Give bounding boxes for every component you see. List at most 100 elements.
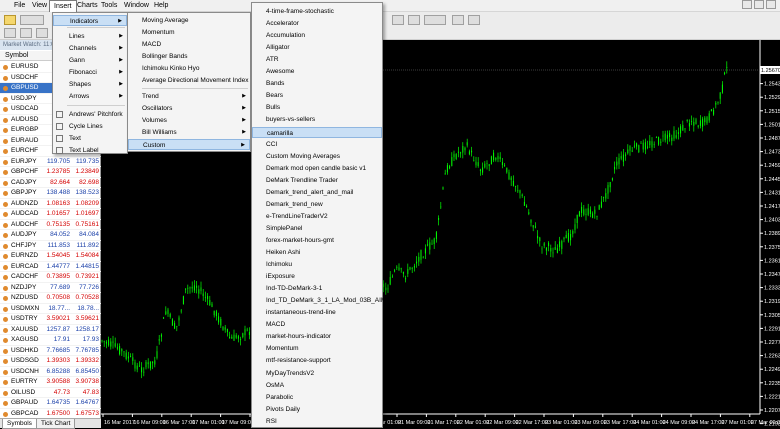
insert-menu-item[interactable]: Text — [53, 133, 127, 144]
market-watch-row[interactable]: CADJPY 82.664 82.698 — [0, 178, 101, 188]
custom-indicator-item[interactable]: RSI — [252, 416, 382, 427]
indicator-menu-item[interactable]: MACD — [128, 39, 250, 50]
insert-menu-item[interactable]: Channels ▶ — [53, 43, 127, 54]
custom-indicator-item[interactable]: CCI — [252, 139, 382, 150]
custom-indicator-item[interactable]: DeMark Trendline Trader — [252, 175, 382, 186]
restore-icon[interactable] — [754, 0, 764, 9]
custom-indicator-item[interactable]: mtf-resistance-support — [252, 355, 382, 366]
menu-view[interactable]: View — [28, 0, 51, 12]
custom-indicator-item[interactable]: MACD — [252, 319, 382, 330]
custom-indicator-item[interactable]: 4-time-frame-stochastic — [252, 6, 382, 17]
menu-help[interactable]: Help — [150, 0, 172, 12]
indicator-menu-item[interactable]: Ichimoku Kinko Hyo — [128, 63, 250, 74]
custom-indicator-item[interactable]: camarilla — [252, 126, 382, 138]
market-watch-row[interactable]: AUDNZD 1.08163 1.08209 — [0, 199, 101, 209]
custom-indicator-item[interactable]: Demark_trend_new — [252, 199, 382, 210]
insert-menu-item[interactable]: Lines ▶ — [53, 31, 127, 42]
market-watch-row[interactable]: USDHKD 7.76685 7.76785 — [0, 346, 101, 356]
indicator-menu-item[interactable]: Oscillators ▶ — [128, 103, 250, 114]
market-watch-row[interactable]: GBPJPY 138.488 138.523 — [0, 188, 101, 199]
market-watch-row[interactable]: XAGUSD 17.91 17.93 — [0, 335, 101, 346]
market-watch-row[interactable]: EURCAD 1.44777 1.44815 — [0, 262, 101, 272]
custom-indicator-item[interactable]: Accumulation — [252, 30, 382, 41]
market-watch-row[interactable]: EURJPY 119.705 119.735 — [0, 157, 101, 167]
custom-indicator-item[interactable]: Heiken Ashi — [252, 247, 382, 258]
market-watch-row[interactable]: USDMXN 18.77... 18.78... — [0, 304, 101, 314]
market-watch-row[interactable]: OILUSD 47.73 47.83 — [0, 388, 101, 398]
chart-shift-icon[interactable] — [408, 15, 420, 25]
indicator-menu-item[interactable]: Momentum — [128, 27, 250, 38]
custom-indicator-item[interactable]: Ind_TD_DeMark_3_1_LA_Mod_03B_AIME — [252, 295, 391, 306]
custom-indicator-item[interactable]: iExposure — [252, 271, 382, 282]
menu-file[interactable]: File — [10, 0, 29, 12]
market-watch-row[interactable]: CADCHF 0.73895 0.73921 — [0, 272, 101, 283]
autoscroll-icon[interactable] — [392, 15, 404, 25]
insert-menu-item[interactable]: Cycle Lines — [53, 121, 127, 132]
custom-indicator-item[interactable]: Alligator — [252, 42, 382, 53]
market-watch-row[interactable]: XAUUSD 1257.87 1258.17 — [0, 325, 101, 335]
custom-indicator-item[interactable]: MyDayTrendsV2 — [252, 368, 382, 379]
menu-tools[interactable]: Tools — [97, 0, 121, 12]
market-watch-row[interactable]: EURNZD 1.54045 1.54084 — [0, 251, 101, 262]
market-watch-row[interactable]: USDSGD 1.39303 1.39332 — [0, 356, 101, 367]
custom-indicator-item[interactable]: ATR — [252, 54, 382, 65]
custom-indicator-item[interactable]: Bears — [252, 90, 382, 101]
market-watch-row[interactable]: AUDCAD 1.01657 1.01697 — [0, 209, 101, 220]
custom-indicator-item[interactable]: Ind-TD-DeMark-3-1 — [252, 283, 382, 294]
menu-window[interactable]: Window — [120, 0, 153, 12]
market-watch-row[interactable]: NZDJPY 77.689 77.726 — [0, 283, 101, 293]
insert-menu-item[interactable]: Andrews' Pitchfork — [53, 109, 127, 120]
indicator-menu-item[interactable]: Bill Williams ▶ — [128, 127, 250, 138]
custom-indicator-item[interactable]: market-hours-indicator — [252, 331, 382, 342]
new-chart-icon[interactable] — [4, 15, 16, 25]
candle-body — [658, 137, 660, 145]
custom-indicator-item[interactable]: Ichimoku — [252, 259, 382, 270]
custom-indicator-item[interactable]: Demark mod open candle basic v1 — [252, 163, 382, 174]
insert-menu-item[interactable]: Text Label — [53, 145, 127, 156]
custom-indicator-item[interactable]: Demark_trend_alert_and_mail — [252, 187, 382, 198]
market-watch-row[interactable]: GBPAUD 1.64735 1.64767 — [0, 398, 101, 409]
custom-indicator-item[interactable]: Bulls — [252, 102, 382, 113]
market-watch-row[interactable]: CHFJPY 111.853 111.892 — [0, 241, 101, 251]
market-watch-row[interactable]: NZDUSD 0.70508 0.70528 — [0, 293, 101, 304]
vertical-line-icon[interactable] — [36, 28, 48, 38]
profiles-icon[interactable] — [20, 15, 44, 25]
custom-indicator-item[interactable]: Parabolic — [252, 392, 382, 403]
insert-menu-item[interactable]: Indicators ▶ — [53, 15, 127, 26]
custom-indicator-item[interactable]: Momentum — [252, 343, 382, 354]
insert-menu-item[interactable]: Shapes ▶ — [53, 79, 127, 90]
custom-indicator-item[interactable]: OsMA — [252, 380, 382, 391]
market-watch-row[interactable]: GBPCHF 1.23785 1.23849 — [0, 167, 101, 178]
custom-indicator-item[interactable]: forex-market-hours-gmt — [252, 235, 382, 246]
indicator-menu-item[interactable]: Moving Average — [128, 15, 250, 26]
cursor-icon[interactable] — [20, 28, 32, 38]
indicator-menu-item[interactable]: Trend ▶ — [128, 91, 250, 102]
insert-menu-item[interactable]: Fibonacci ▶ — [53, 67, 127, 78]
custom-indicator-item[interactable]: Bands — [252, 78, 382, 89]
template-icon[interactable] — [452, 15, 464, 25]
zoom-icon[interactable] — [424, 15, 446, 25]
custom-indicator-item[interactable]: Accelerator — [252, 18, 382, 29]
custom-indicator-item[interactable]: instantaneous-trend-line — [252, 307, 382, 318]
market-watch-row[interactable]: AUDJPY 84.052 84.084 — [0, 230, 101, 241]
indicator-menu-item[interactable]: Custom ▶ — [128, 139, 250, 150]
market-watch-row[interactable]: AUDCHF 0.75135 0.75161 — [0, 220, 101, 230]
custom-indicator-item[interactable]: SimplePanel — [252, 223, 382, 234]
crosshair-icon[interactable] — [4, 28, 16, 38]
insert-menu-item[interactable]: Arrows ▶ — [53, 91, 127, 102]
period-icon[interactable] — [468, 15, 480, 25]
custom-indicator-item[interactable]: Awesome — [252, 66, 382, 77]
insert-menu-item[interactable]: Gann ▶ — [53, 55, 127, 66]
indicator-menu-item[interactable]: Bollinger Bands — [128, 51, 250, 62]
indicator-menu-item[interactable]: Volumes ▶ — [128, 115, 250, 126]
market-watch-row[interactable]: EURTRY 3.90588 3.90738 — [0, 377, 101, 388]
indicator-menu-item[interactable]: Average Directional Movement Index — [128, 75, 250, 86]
custom-indicator-item[interactable]: buyers-vs-sellers — [252, 114, 382, 125]
custom-indicator-item[interactable]: Custom Moving Averages — [252, 151, 382, 162]
custom-indicator-item[interactable]: Pivots Daily — [252, 404, 382, 415]
market-watch-row[interactable]: USDTRY 3.59021 3.59621 — [0, 314, 101, 325]
minimize-icon[interactable] — [742, 0, 752, 9]
custom-indicator-item[interactable]: e-TrendLineTraderV2 — [252, 211, 382, 222]
close-icon[interactable] — [766, 0, 776, 9]
market-watch-row[interactable]: USDCNH 6.85288 6.85450 — [0, 367, 101, 377]
